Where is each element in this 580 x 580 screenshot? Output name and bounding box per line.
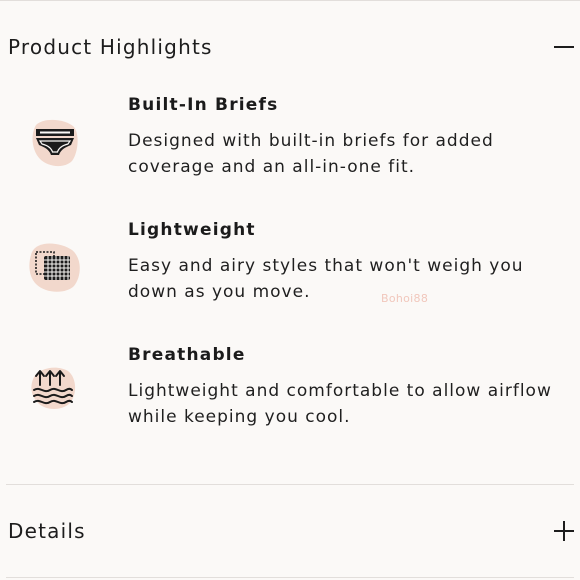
- details-title: Details: [8, 519, 86, 543]
- feature-description: Designed with built-in briefs for added …: [128, 131, 494, 177]
- feature-title: Breathable: [128, 345, 246, 365]
- details-header[interactable]: Details: [8, 514, 574, 548]
- feature-description: Easy and airy styles that won't weigh yo…: [128, 256, 524, 302]
- top-divider: [0, 0, 580, 1]
- section-divider: [6, 484, 574, 485]
- briefs-icon: [32, 119, 78, 167]
- product-highlights-title: Product Highlights: [8, 35, 213, 59]
- minus-icon[interactable]: [554, 37, 574, 57]
- feature-title: Built-In Briefs: [128, 95, 279, 115]
- airflow-icon: [31, 367, 76, 409]
- fabric-mesh-icon: [29, 243, 80, 292]
- plus-icon[interactable]: [554, 521, 574, 541]
- product-accordion: Product Highlights Built-In Briefs Desig…: [0, 0, 580, 580]
- product-highlights-header[interactable]: Product Highlights: [8, 30, 574, 64]
- feature-description: Lightweight and comfortable to allow air…: [128, 381, 552, 427]
- feature-title: Lightweight: [128, 220, 256, 240]
- watermark-text: Bohoi88: [381, 292, 429, 305]
- bottom-divider: [6, 577, 574, 578]
